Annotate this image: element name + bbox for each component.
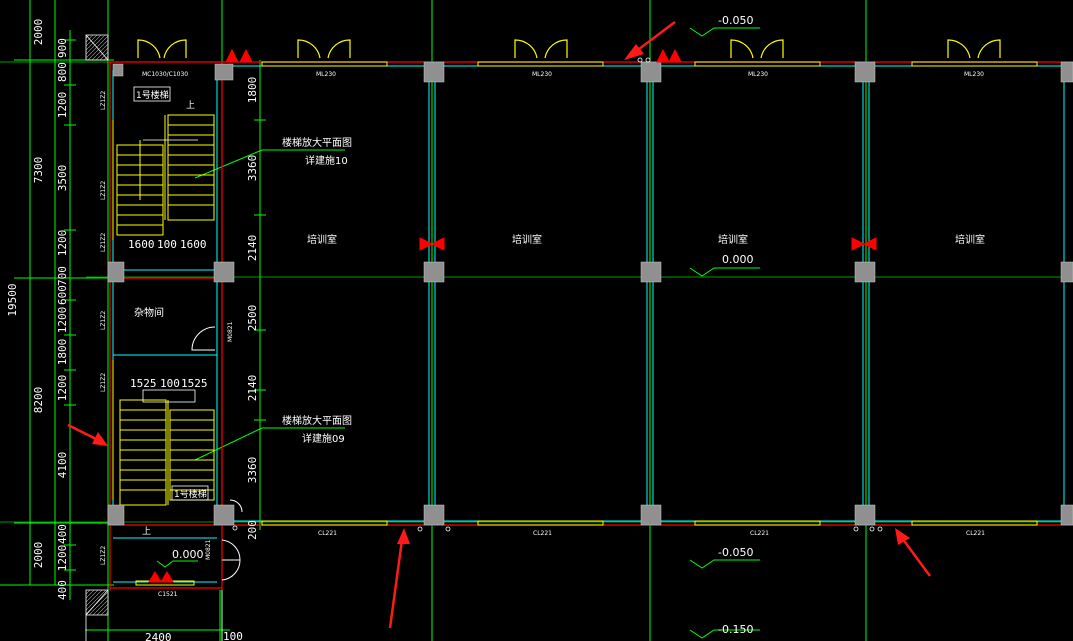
window-tag-top-2: ML230 <box>532 71 552 78</box>
side-tag-left-1: LZ1Z2 <box>100 91 107 110</box>
stair-note-upper-ref: 详建施10 <box>305 154 348 167</box>
dim-stair-low-1: 100 <box>160 377 180 390</box>
stair-note-upper-title: 楼梯放大平面图 <box>282 136 352 149</box>
dim-mid-2: 2140 <box>246 235 259 262</box>
dim-mid-4: 2140 <box>246 375 259 402</box>
dim-total: 19500 <box>6 283 19 316</box>
side-tag-left-4: LZ1Z2 <box>100 373 107 392</box>
dim-inner-4: 1200 <box>56 230 69 257</box>
dim-mid-5: 3360 <box>246 457 259 484</box>
dim-stair-up-2: 1600 <box>180 238 207 251</box>
level-marker-symbols <box>156 27 760 639</box>
level-middle: 0.000 <box>722 253 754 266</box>
dim-inner-2: 1200 <box>56 92 69 119</box>
window-tag-corner: MC1030/C1030 <box>142 71 188 78</box>
stair-upper <box>116 114 215 236</box>
level-bottom2: -0.150 <box>718 623 753 636</box>
dim-inner-5: 700 <box>56 266 69 286</box>
floor-plan-drawing: 19500 2000 7300 8200 2000 900 800 1200 3… <box>0 0 1073 641</box>
dim-inner-10: 4100 <box>56 452 69 479</box>
stair-tag-upper: 1号楼梯 <box>136 89 169 101</box>
dim-inner-1: 800 <box>56 62 69 82</box>
room-label-training-3: 培训室 <box>718 233 748 246</box>
dim-outer-0: 2000 <box>32 19 45 46</box>
level-top: -0.050 <box>718 14 753 27</box>
window-tag-top-3: ML230 <box>748 71 768 78</box>
room-label-storage: 杂物间 <box>134 306 164 319</box>
stair-up-mark-2: 上 <box>142 526 151 537</box>
dim-inner-0: 900 <box>56 38 69 58</box>
columns <box>107 61 1073 526</box>
stair-note-lower-title: 楼梯放大平面图 <box>282 414 352 427</box>
annotation-arrows <box>67 21 932 629</box>
window-tag-bottom-2: CL221 <box>533 530 552 537</box>
dim-inner-12: 1200 <box>56 545 69 572</box>
dim-stair-up-1: 100 <box>157 238 177 251</box>
window-tag-stair-bottom: C1521 <box>158 591 178 598</box>
dim-inner-6: 600 <box>56 285 69 305</box>
dim-outer-2: 8200 <box>32 387 45 414</box>
side-tag-right-2: M0821 <box>205 539 212 560</box>
dim-mid-3: 2500 <box>246 305 259 332</box>
room-label-training-1: 培训室 <box>307 233 337 246</box>
level-stair-entry: 0.000 <box>172 548 204 561</box>
dim-inner-9: 1200 <box>56 375 69 402</box>
column-dots <box>232 57 883 532</box>
window-tag-top-1: ML230 <box>316 71 336 78</box>
window-tag-bottom-3: CL221 <box>750 530 769 537</box>
left-total-dim: 19500 <box>6 283 19 316</box>
stair-handrails <box>142 139 198 403</box>
dim-inner-8: 1800 <box>56 339 69 366</box>
stair-up-mark-1: 上 <box>186 100 195 111</box>
left-inner-dims: 900 800 1200 3500 1200 700 600 1200 1800… <box>56 38 69 600</box>
dim-inner-7: 1200 <box>56 307 69 334</box>
dim-inner-13: 400 <box>56 580 69 600</box>
doors <box>137 39 1001 59</box>
left-outer-dims: 2000 7300 8200 2000 <box>32 19 45 569</box>
side-tag-right-1: M0821 <box>227 321 234 342</box>
dim-stair-low-2: 1525 <box>181 377 208 390</box>
side-tag-left-6: LZ1Z2 <box>100 181 107 200</box>
dim-stair-low-0: 1525 <box>130 377 157 390</box>
dim-bottom-0: 100 <box>223 630 243 641</box>
stair-note-lower-ref: 详建施09 <box>302 432 345 445</box>
dim-bottom-1: 2400 <box>145 631 172 641</box>
room-label-training-2: 培训室 <box>512 233 542 246</box>
window-tag-bottom-4: CL221 <box>966 530 985 537</box>
side-tag-left-2: LZ1Z2 <box>100 233 107 252</box>
side-tag-left-3: LZ1Z2 <box>100 311 107 330</box>
dim-mid-1: 3360 <box>246 155 259 182</box>
bottom-dims: 100 2400 <box>145 630 243 641</box>
dim-inner-11: 400 <box>56 524 69 544</box>
dim-stair-up-0: 1600 <box>128 238 155 251</box>
stair-tag-lower: 1号楼梯 <box>174 488 207 500</box>
dim-outer-1: 7300 <box>32 157 45 184</box>
level-bottom1: -0.050 <box>718 546 753 559</box>
window-tag-bottom-1: CL221 <box>318 530 337 537</box>
side-tag-left-5: LZ1Z2 <box>100 546 107 565</box>
dim-mid-0: 1800 <box>246 77 259 104</box>
room-label-training-4: 培训室 <box>955 233 985 246</box>
middle-dims: 1800 3360 2140 2500 2140 3360 200 <box>246 77 259 540</box>
dim-outer-3: 2000 <box>32 542 45 569</box>
window-tag-top-4: ML230 <box>964 71 984 78</box>
dim-mid-6: 200 <box>246 520 259 540</box>
dim-inner-3: 3500 <box>56 165 69 192</box>
